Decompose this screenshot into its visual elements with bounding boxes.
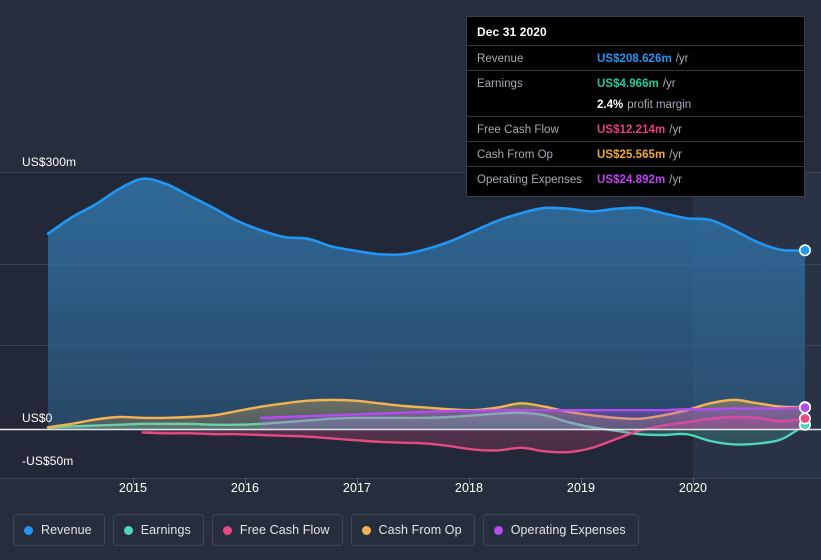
tooltip-row-label: Earnings (477, 78, 523, 90)
tooltip-row-value-wrap: US$24.892m/yr (597, 170, 682, 188)
tooltip-row-unit: /yr (669, 149, 683, 161)
x-axis-label-2016: 2016 (230, 481, 260, 495)
y-axis-label-300m: US$300m (22, 155, 77, 169)
legend-item-label: Free Cash Flow (239, 523, 330, 537)
x-axis-label-2018: 2018 (454, 481, 484, 495)
tooltip-row-value: US$24.892m (597, 174, 666, 186)
tooltip-row-label: Operating Expenses (477, 174, 583, 186)
legend-item-label: Operating Expenses (510, 523, 626, 537)
financial-chart-page: US$300m US$0 -US$50m 2015 2016 2017 2018… (0, 0, 821, 560)
x-axis-label-2017: 2017 (342, 481, 372, 495)
tooltip-date: Dec 31 2020 (477, 25, 547, 39)
tooltip-row-unit: /yr (669, 174, 683, 186)
y-axis-label-neg50m: -US$50m (22, 454, 74, 468)
tooltip-row-value: US$4.966m (597, 78, 659, 90)
tooltip-row-unit: /yr (669, 124, 683, 136)
x-axis-label-2019: 2019 (566, 481, 596, 495)
legend-item-cash-from-op[interactable]: Cash From Op (350, 514, 475, 546)
tooltip-row-value-wrap: US$208.626m/yr (597, 49, 689, 67)
tooltip-row-value: US$25.565m (597, 149, 666, 161)
legend-color-dot (24, 525, 33, 535)
legend-item-free-cash-flow[interactable]: Free Cash Flow (211, 514, 343, 546)
tooltip-row-unit: /yr (675, 53, 689, 65)
legend-item-revenue[interactable]: Revenue (13, 514, 105, 546)
y-axis-label-0: US$0 (22, 411, 53, 425)
tooltip-row: Revenue US$208.626m/yr (467, 45, 804, 70)
legend-item-label: Revenue (41, 523, 92, 537)
legend-item-earnings[interactable]: Earnings (112, 514, 204, 546)
tooltip-row: Earnings US$4.966m/yr (467, 70, 804, 95)
legend-item-operating-expenses[interactable]: Operating Expenses (482, 514, 639, 546)
tooltip-rows: Revenue US$208.626m/yr Earnings US$4.966m/y… (467, 45, 804, 191)
tooltip-row: Operating Expenses US$24.892m/yr (467, 166, 804, 191)
tooltip-row-value-wrap: US$12.214m/yr (597, 120, 682, 138)
tooltip-row-label: Revenue (477, 53, 524, 65)
tooltip-row: Cash From Op US$25.565m/yr (467, 141, 804, 166)
legend-color-dot (361, 525, 371, 535)
tooltip-row-value-wrap: US$25.565m/yr (597, 145, 682, 163)
tooltip-row-label: Free Cash Flow (477, 124, 559, 136)
legend-item-label: Earnings (140, 523, 191, 537)
tooltip-row-unit: /yr (662, 78, 676, 90)
x-axis-label-2015: 2015 (118, 481, 148, 495)
data-tooltip: Dec 31 2020 Revenue US$208.626m/yr Earning… (466, 16, 805, 197)
tooltip-row-value-wrap: 2.4% profit margin (597, 95, 691, 113)
tooltip-row: 2.4% profit margin (467, 95, 804, 116)
chart-legend: Revenue Earnings Free Cash Flow Cash From O… (13, 514, 639, 546)
tooltip-row-value-wrap: US$4.966m/yr (597, 74, 676, 92)
tooltip-row: Free Cash Flow US$12.214m/yr (467, 116, 804, 141)
tooltip-row-value: US$12.214m (597, 124, 666, 136)
legend-item-label: Cash From Op (378, 523, 462, 537)
legend-color-dot (493, 525, 503, 535)
legend-color-dot (222, 525, 232, 535)
legend-color-dot (123, 525, 133, 535)
tooltip-row-value: 2.4% (597, 99, 624, 111)
tooltip-row-label: Cash From Op (477, 149, 554, 161)
tooltip-row-unit: profit margin (627, 99, 692, 111)
x-axis-label-2020: 2020 (678, 481, 708, 495)
tooltip-row-value: US$208.626m (597, 53, 672, 65)
